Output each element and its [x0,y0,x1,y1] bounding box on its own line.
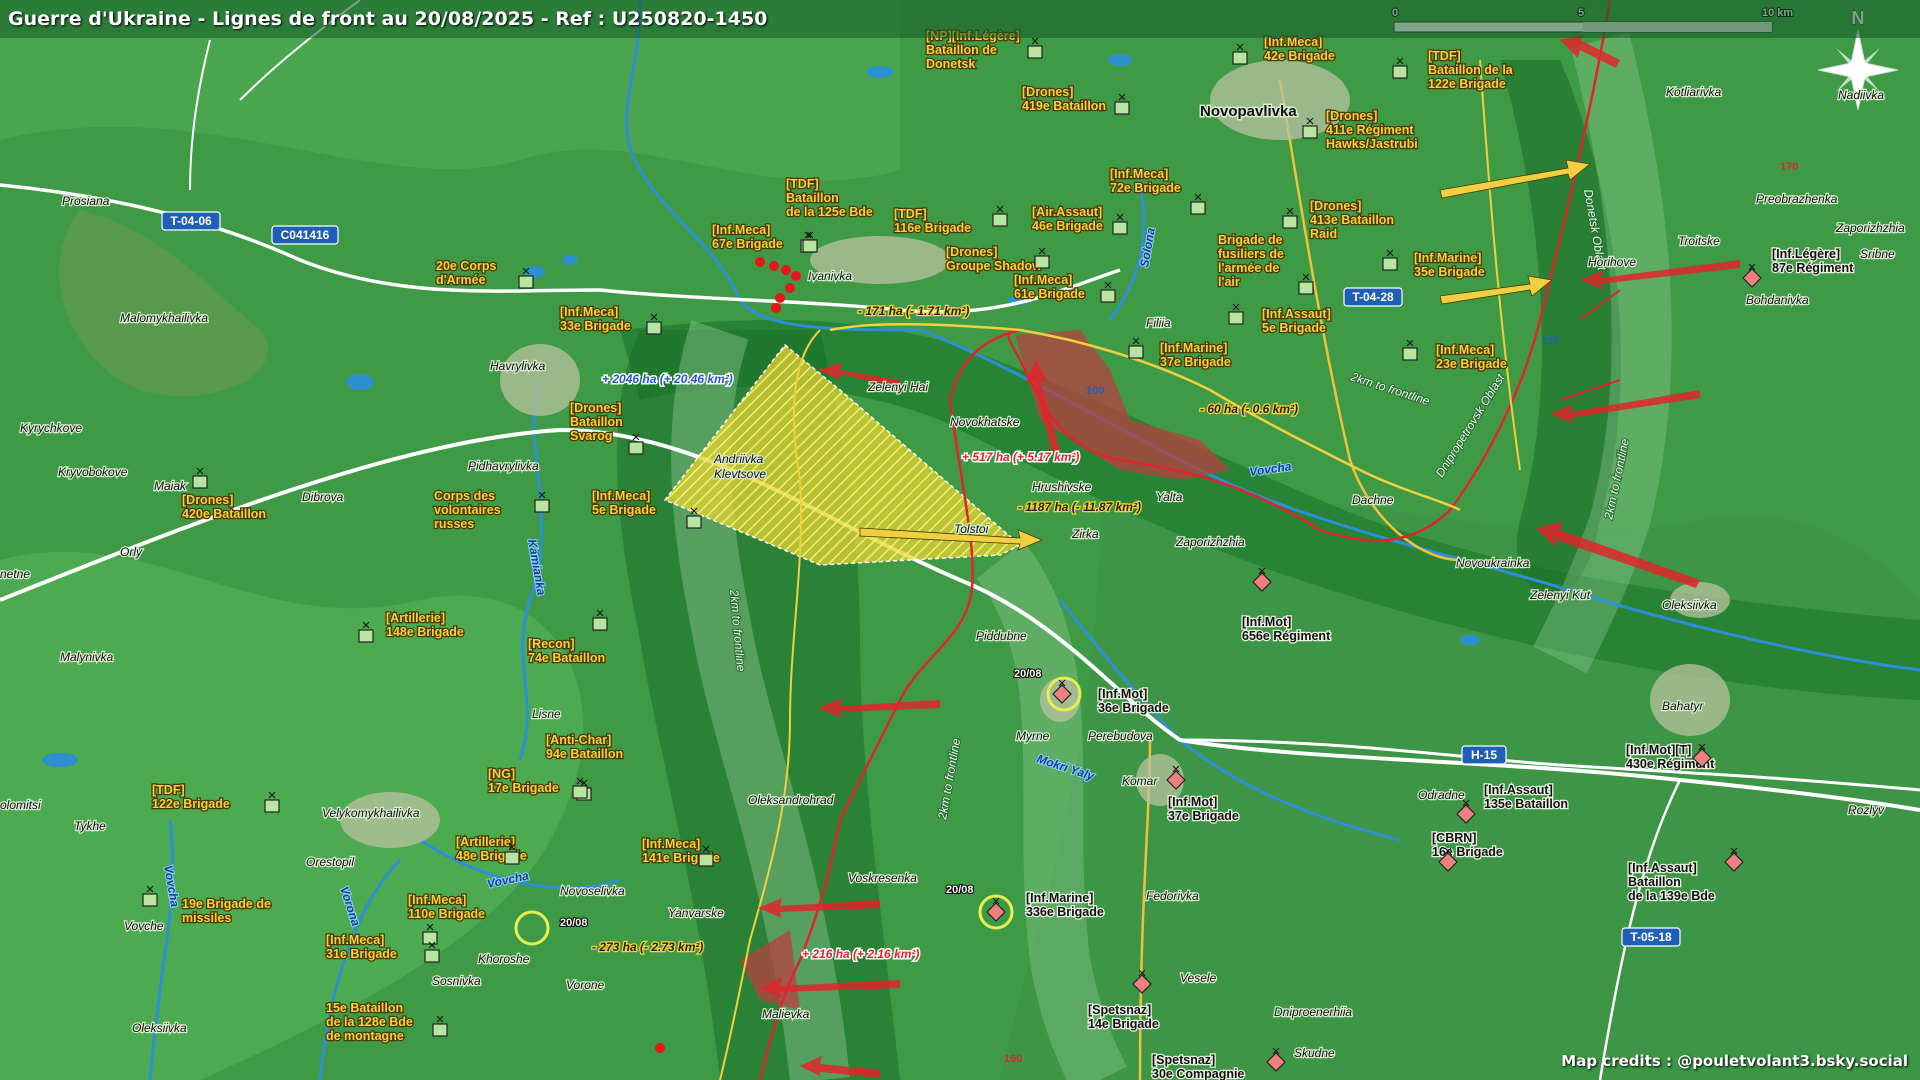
ua-unit-symbol-icon [628,441,644,455]
ua-unit-symbol-icon [1282,215,1298,229]
ua-unit-symbol-icon [572,785,588,799]
frontline-map[interactable]: 0 5 10 km N T-04-06 C041416 T-04-28 H-15… [0,0,1920,1080]
ua-unit-symbol-icon [504,851,520,865]
ua-unit-symbol-icon [1190,201,1206,215]
ua-unit-symbol-icon [432,1023,448,1037]
road-badge-t0518: T-05-18 [1621,927,1681,947]
ua-unit-symbol-icon [424,949,440,963]
ua-unit-symbol-icon [592,617,608,631]
ua-unit-symbol-icon [142,893,158,907]
ua-unit-symbol-icon [534,499,550,513]
ua-unit-symbol-icon [1232,51,1248,65]
ua-unit-symbol-icon [358,629,374,643]
road-badge-c041416: C041416 [271,225,339,245]
ua-unit-symbol-icon [1402,347,1418,361]
ua-unit-symbol-icon [518,275,534,289]
ua-unit-symbol-icon [1228,311,1244,325]
ua-unit-symbol-icon [1128,345,1144,359]
ua-unit-symbol-icon [646,321,662,335]
ua-unit-symbol-icon [686,515,702,529]
map-credits: Map credits : @pouletvolant3.bsky.social [1561,1052,1908,1070]
ua-unit-symbol-icon [1100,289,1116,303]
ua-unit-symbol-icon [1298,281,1314,295]
ua-unit-symbol-icon [1302,125,1318,139]
ua-unit-symbol-icon [1114,101,1130,115]
ua-unit-symbol-icon [698,853,714,867]
ua-unit-symbol-icon [1034,255,1050,269]
road-badge-h15: H-15 [1461,745,1507,765]
map-title: Guerre d'Ukraine - Lignes de front au 20… [8,8,768,30]
ua-unit-symbol-icon [1382,257,1398,271]
ua-unit-symbol-icon [1392,65,1408,79]
ua-unit-symbol-icon [264,799,280,813]
road-badge-t0428: T-04-28 [1343,287,1403,307]
ua-unit-symbol-icon [1112,221,1128,235]
ua-unit-symbol-icon [1027,45,1043,59]
ua-unit-symbol-icon [802,239,818,253]
ua-unit-symbol-icon [992,213,1008,227]
ua-unit-symbol-icon [192,475,208,489]
road-badge-t0406: T-04-06 [161,211,221,231]
